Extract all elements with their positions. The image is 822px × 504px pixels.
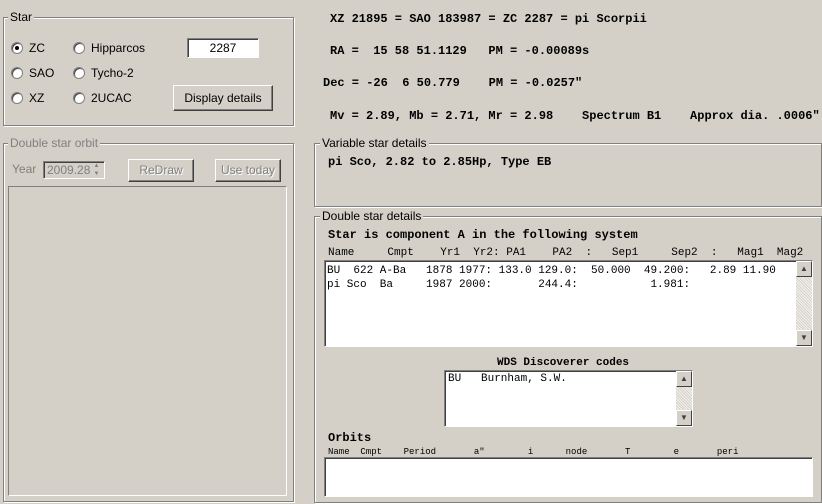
radio-tycho2-label: Tycho-2 (91, 66, 134, 80)
radio-zc-dot[interactable] (11, 42, 23, 54)
component-heading: Star is component A in the following sys… (328, 228, 638, 242)
scroll-down-arrow-icon[interactable]: ▼ (796, 330, 812, 346)
double-star-group-title: Double star details (320, 209, 424, 223)
orbit-group-title: Double star orbit (8, 136, 101, 150)
system-list-scrollbar[interactable]: ▲ ▼ (796, 261, 812, 346)
radio-hipparcos-dot[interactable] (73, 42, 85, 54)
variable-star-group (314, 143, 822, 207)
variable-star-text: pi Sco, 2.82 to 2.85Hp, Type EB (328, 155, 552, 169)
year-down-button[interactable]: ▼ (89, 170, 104, 178)
wds-codes-list[interactable]: BU Burnham, S.W. ▲ ▼ (444, 370, 693, 427)
radio-xz-dot[interactable] (11, 92, 23, 104)
orbits-list[interactable] (324, 457, 813, 497)
star-group-title: Star (8, 10, 35, 24)
radio-xz-label: XZ (29, 91, 45, 105)
display-details-button[interactable]: Display details (173, 85, 273, 111)
system-list[interactable]: BU 622 A-Ba 1878 1977: 133.0 129.0: 50.0… (324, 260, 813, 347)
star-number-value: 2287 (209, 41, 237, 55)
use-today-button[interactable]: Use today (215, 159, 281, 182)
wds-codes-title: WDS Discoverer codes (497, 357, 630, 369)
orbit-plot-area (8, 186, 287, 496)
redraw-button[interactable]: ReDraw (128, 159, 194, 182)
radio-tycho2-dot[interactable] (73, 67, 85, 79)
magnitude-line: Mv = 2.89, Mb = 2.71, Mr = 2.98 Spectrum… (330, 109, 820, 123)
year-value: 2009.28 (47, 163, 91, 177)
star-identifiers-line: XZ 21895 = SAO 183987 = ZC 2287 = pi Sco… (330, 12, 647, 26)
year-up-button[interactable]: ▲ (89, 162, 104, 170)
radio-2ucac-label: 2UCAC (91, 91, 132, 105)
radio-zc-label: ZC (29, 41, 45, 55)
system-row[interactable]: pi Sco Ba 1987 2000: 244.4: 1.981: (327, 278, 690, 292)
system-columns-header: Name Cmpt Yr1 Yr2: PA1 PA2 : Sep1 Sep2 :… (328, 247, 804, 259)
orbits-title: Orbits (328, 431, 372, 445)
radio-2ucac-dot[interactable] (73, 92, 85, 104)
radio-sao-label: SAO (29, 66, 55, 80)
radio-sao-dot[interactable] (11, 67, 23, 79)
year-spinner[interactable]: 2009.28 ▲ ▼ (43, 161, 105, 179)
variable-star-group-title: Variable star details (320, 136, 429, 150)
scroll-down-arrow-icon[interactable]: ▼ (676, 410, 692, 426)
radio-hipparcos-label: Hipparcos (91, 41, 146, 55)
system-row[interactable]: BU 622 A-Ba 1878 1977: 133.0 129.0: 50.0… (327, 264, 776, 278)
year-label: Year (12, 162, 37, 176)
scroll-up-arrow-icon[interactable]: ▲ (676, 371, 692, 387)
orbits-columns-header: Name Cmpt Period a" i node T e peri (328, 447, 739, 457)
scroll-up-arrow-icon[interactable]: ▲ (796, 261, 812, 277)
ra-line: RA = 15 58 51.1129 PM = -0.00089s (330, 44, 590, 58)
dec-line: Dec = -26 6 50.779 PM = -0.0257" (323, 76, 583, 90)
wds-codes-scrollbar[interactable]: ▲ ▼ (676, 371, 692, 426)
wds-code-row[interactable]: BU Burnham, S.W. (448, 373, 567, 385)
star-number-input[interactable]: 2287 (187, 38, 259, 58)
